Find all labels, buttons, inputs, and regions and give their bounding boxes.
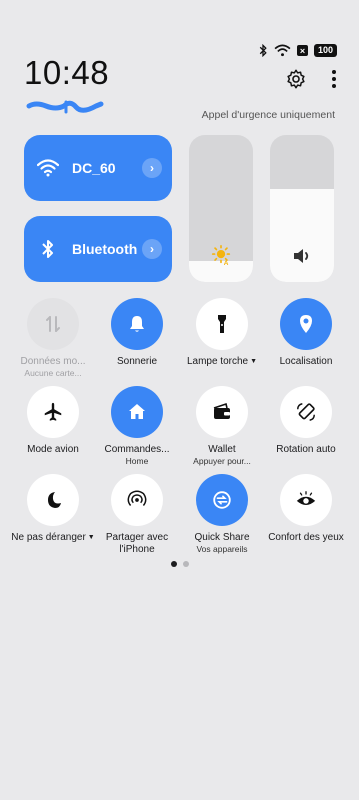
volume-level-fill: [270, 189, 334, 282]
do-not-disturb-toggle[interactable]: Ne pas déranger ▼: [10, 474, 96, 544]
battery-icon: 100: [313, 44, 337, 57]
wallet-label: Wallet: [208, 444, 236, 455]
bluetooth-icon: [24, 239, 72, 259]
eye-icon: [280, 474, 332, 526]
page-dot-1[interactable]: [170, 561, 177, 567]
page-dot-2[interactable]: [182, 561, 189, 567]
settings-icon[interactable]: [285, 68, 307, 95]
share-with-iphone-label: Partager avec l'iPhone: [105, 532, 169, 555]
flashlight-icon: [196, 298, 248, 350]
wallet-sublabel: Appuyer pour...: [193, 456, 251, 466]
do-not-disturb-label: Ne pas déranger ▼: [11, 532, 95, 543]
mobile-data-label: Données mo...: [20, 356, 86, 367]
wallet-icon: [196, 386, 248, 438]
dnd-x-icon: ×: [296, 45, 308, 56]
share-signal-icon: [111, 474, 163, 526]
wallet-toggle[interactable]: Wallet Appuyer pour...: [179, 386, 265, 467]
location-toggle[interactable]: Localisation: [263, 298, 349, 368]
sun-auto-icon: A: [189, 244, 253, 266]
bluetooth-status-icon: [258, 44, 268, 57]
wifi-expand-chevron-icon[interactable]: ›: [142, 158, 162, 178]
bell-icon: [111, 298, 163, 350]
speaker-icon: [270, 246, 334, 266]
wifi-icon: [24, 159, 72, 177]
rotate-icon: [280, 386, 332, 438]
bluetooth-label: Bluetooth: [72, 241, 138, 257]
airplane-mode-label: Mode avion: [27, 444, 79, 455]
page-indicator: [0, 561, 359, 567]
eye-comfort-label: Confort des yeux: [268, 532, 344, 543]
location-pin-icon: [280, 298, 332, 350]
home-controls-label: Commandes...: [104, 444, 170, 455]
mobile-data-sublabel: Aucune carte...: [24, 368, 82, 378]
quick-share-label: Quick Share: [194, 532, 250, 543]
wifi-tile[interactable]: DC_60 ›: [24, 135, 172, 201]
auto-rotate-toggle[interactable]: Rotation auto: [263, 386, 349, 456]
volume-slider[interactable]: [270, 135, 334, 282]
airplane-icon: [27, 386, 79, 438]
ringer-label: Sonnerie: [116, 356, 158, 367]
more-vertical-icon[interactable]: [331, 69, 337, 94]
status-bar: × 100: [258, 44, 337, 57]
bluetooth-expand-chevron-icon[interactable]: ›: [142, 239, 162, 259]
eye-comfort-toggle[interactable]: Confort des yeux: [263, 474, 349, 544]
moon-icon: [27, 474, 79, 526]
home-controls-toggle[interactable]: Commandes... Home: [94, 386, 180, 467]
wifi-network-label: DC_60: [72, 160, 116, 176]
emergency-calls-text: Appel d'urgence uniquement: [201, 109, 335, 121]
quick-share-icon: [196, 474, 248, 526]
flashlight-dropdown-caret[interactable]: ▼: [250, 358, 257, 365]
flashlight-label: Lampe torche ▼: [186, 356, 258, 367]
mobile-data-toggle[interactable]: Données mo... Aucune carte...: [10, 298, 96, 379]
home-icon: [111, 386, 163, 438]
quick-share-toggle[interactable]: Quick Share Vos appareils: [179, 474, 265, 555]
brightness-slider[interactable]: A: [189, 135, 253, 282]
ringer-toggle[interactable]: Sonnerie: [94, 298, 180, 368]
auto-rotate-label: Rotation auto: [276, 444, 336, 455]
bluetooth-tile[interactable]: Bluetooth ›: [24, 216, 172, 282]
flashlight-toggle[interactable]: Lampe torche ▼: [179, 298, 265, 368]
location-label: Localisation: [279, 356, 333, 367]
clock: 10:48: [24, 54, 110, 91]
wifi-status-icon: [274, 44, 291, 57]
share-with-iphone-toggle[interactable]: Partager avec l'iPhone: [94, 474, 180, 556]
airplane-mode-toggle[interactable]: Mode avion: [10, 386, 96, 456]
quick-share-sublabel: Vos appareils: [196, 544, 248, 554]
redacted-scribble: [26, 98, 104, 119]
home-controls-sublabel: Home: [125, 456, 149, 466]
mobile-data-icon: [27, 298, 79, 350]
svg-text:A: A: [224, 260, 229, 266]
